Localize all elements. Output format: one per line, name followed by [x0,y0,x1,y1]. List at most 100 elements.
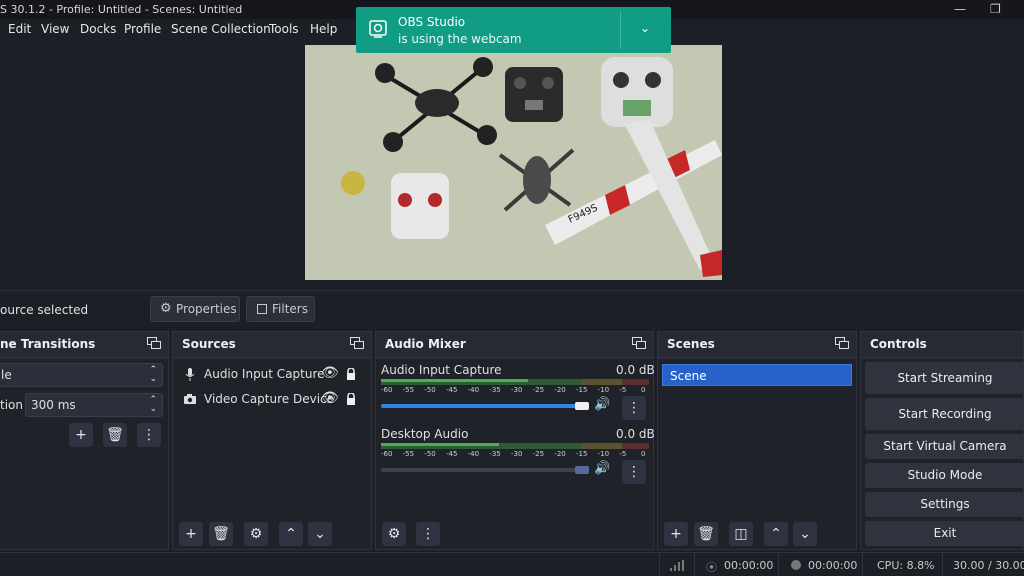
lock-icon[interactable] [346,368,356,380]
controls-dock: Controls Start Streaming Start Recording… [860,331,1024,550]
properties-button[interactable]: ⚙ Properties [150,296,240,322]
studio-mode-button[interactable]: Studio Mode [865,463,1024,488]
meter-tick-label: -55 [402,450,415,458]
speaker-icon[interactable]: 🔊 [594,461,610,476]
meter-scale: -60 -55 -50 -45 -40 -35 -30 -25 -20 -15 -10 -5 0 [381,386,649,396]
webcam-icon [369,20,387,38]
add-transition-button[interactable]: + [69,423,93,447]
dock-body: Audio Input Capture 👁 Video Capture Devi… [173,359,371,549]
menu-tools[interactable]: Tools [269,22,299,36]
volume-slider[interactable] [381,466,589,474]
more-icon[interactable]: ⋮ [416,522,440,546]
dock-header: ne Transitions [0,332,168,358]
more-icon[interactable]: ⋮ [622,396,646,420]
meter-tick-label: -60 [381,386,393,394]
move-down-icon[interactable]: ⌄ [793,522,817,546]
status-divider [778,553,779,576]
start-streaming-button[interactable]: Start Streaming [865,362,1024,394]
trash-icon[interactable]: 🗑 [694,522,718,546]
float-dock-icon[interactable] [835,337,849,349]
trash-icon[interactable]: 🗑 [209,522,233,546]
lock-icon[interactable] [346,393,356,405]
volume-slider[interactable] [381,402,589,410]
meter-tick-label: -40 [467,386,480,394]
gear-icon[interactable]: ⚙ [244,522,268,546]
duration-spinbox[interactable]: 300 ms ⌃ ⌄ [25,393,163,417]
float-dock-icon[interactable] [350,337,364,349]
meter-tick-label: -5 [619,386,627,394]
float-dock-icon[interactable] [632,337,646,349]
menu-scene-collection[interactable]: Scene Collection [171,22,271,36]
volume-slider-knob[interactable] [575,402,589,410]
meter-zone [622,379,649,385]
status-divider [862,553,863,576]
move-down-icon[interactable]: ⌄ [308,522,332,546]
scene-label: Scene [670,369,707,383]
signal-icon [670,560,684,571]
eye-icon[interactable]: 👁 [321,365,339,381]
dock-body: Scene + 🗑 ◫ ⌃ ⌄ [658,359,856,549]
meter-tick-label: -45 [446,386,458,394]
menu-view[interactable]: View [41,22,69,36]
start-recording-button[interactable]: Start Recording [865,398,1024,430]
meter-tick-label: -10 [597,450,610,458]
more-icon[interactable]: ⋮ [137,423,161,447]
exit-button[interactable]: Exit [865,521,1024,546]
meter-tick-label: 0 [641,386,646,394]
fps-readout: 30.00 / 30.00 [953,559,1024,572]
meter-zone [582,443,623,449]
trash-icon[interactable]: 🗑 [103,423,127,447]
mixer-gear-icon[interactable]: ⚙ [382,522,406,546]
scene-item[interactable]: Scene [662,364,852,386]
transition-type-select[interactable]: le ⌃ ⌄ [0,363,163,387]
eye-icon[interactable]: 👁 [321,390,339,406]
microphone-icon [185,368,195,381]
properties-label: Properties [176,302,237,316]
source-toolbar: ource selected ⚙ Properties Filters [0,290,1024,330]
webcam-image: F949S [305,45,722,280]
menu-profile[interactable]: Profile [124,22,161,36]
more-icon[interactable]: ⋮ [622,460,646,484]
add-source-button[interactable]: + [179,522,203,546]
meter-tick-label: -40 [467,450,480,458]
notification-divider [620,11,621,49]
dock-header: Sources [173,332,371,358]
webcam-notification[interactable]: OBS Studio is using the webcam ⌄ [356,7,671,53]
add-scene-button[interactable]: + [664,522,688,546]
dock-title: Sources [182,337,236,351]
minimize-icon[interactable]: — [954,2,966,16]
restore-icon[interactable]: ❐ [990,2,1001,16]
source-item-video-capture[interactable]: Video Capture Device 👁 [183,390,368,410]
chevron-down-icon[interactable]: ⌄ [640,21,650,35]
volume-slider-knob[interactable] [575,466,589,474]
duration-value: 300 ms [31,398,76,412]
start-virtual-camera-button[interactable]: Start Virtual Camera [865,434,1024,459]
preview-canvas[interactable]: F949S [305,45,722,280]
dock-body: Start Streaming Start Recording Start Vi… [861,359,1024,549]
menu-edit[interactable]: Edit [8,22,31,36]
move-up-icon[interactable]: ⌃ [279,522,303,546]
settings-button[interactable]: Settings [865,492,1024,517]
dock-title: Audio Mixer [385,337,466,351]
filter-icon[interactable]: ◫ [729,522,753,546]
meter-tick-label: -60 [381,450,393,458]
move-up-icon[interactable]: ⌃ [764,522,788,546]
meter-level [381,443,499,446]
float-dock-icon[interactable] [147,337,161,349]
meter-tick-label: -50 [424,450,436,458]
filters-button[interactable]: Filters [246,296,315,322]
menu-help[interactable]: Help [310,22,337,36]
meter-tick-label: -55 [402,386,415,394]
record-status-icon [791,560,801,570]
dock-header: Scenes [658,332,856,358]
speaker-icon[interactable]: 🔊 [594,397,610,412]
menu-docks[interactable]: Docks [80,22,116,36]
status-divider [694,553,695,576]
spin-icon[interactable]: ⌃ ⌄ [149,396,157,414]
updown-icon: ⌃ ⌄ [149,365,157,384]
meter-tick-label: -30 [511,386,523,394]
meter-tick-label: -25 [532,450,545,458]
meter-tick-label: -15 [576,386,588,394]
filters-label: Filters [272,302,308,316]
source-item-audio-input[interactable]: Audio Input Capture 👁 [183,365,368,385]
